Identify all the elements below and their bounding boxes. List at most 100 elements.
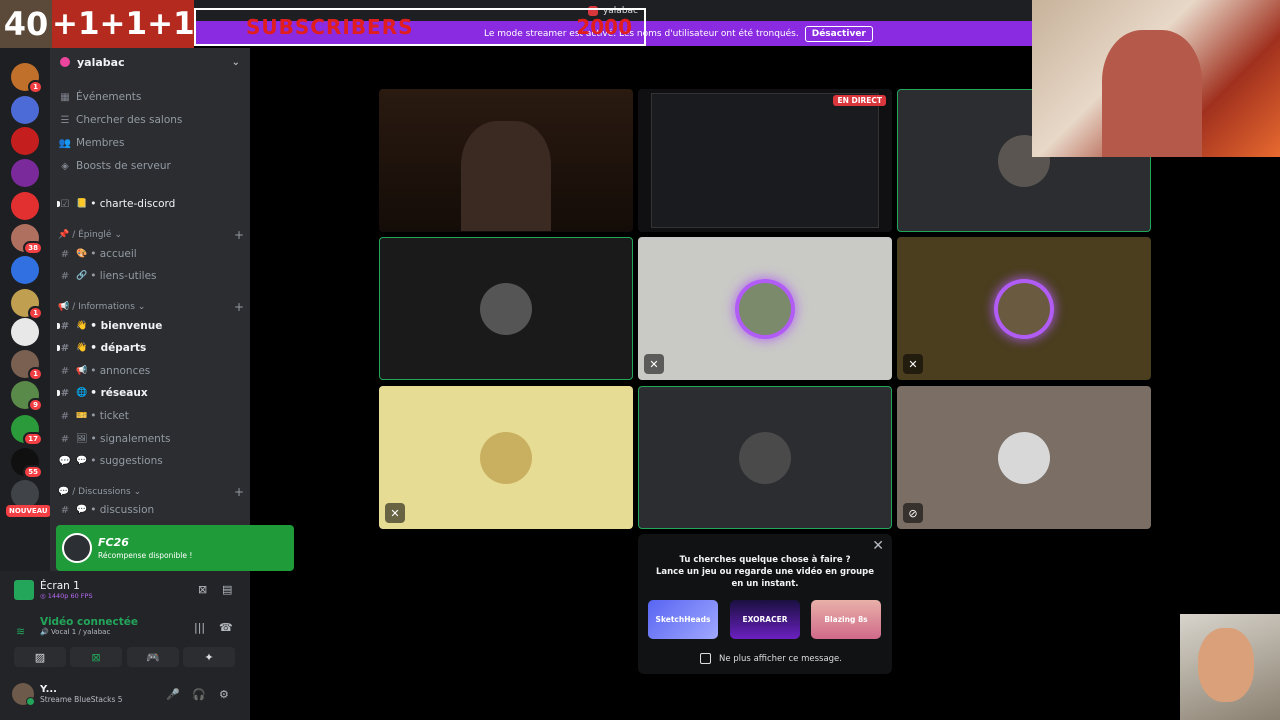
server-icon[interactable]	[11, 159, 39, 187]
mention-badge: 1	[28, 80, 43, 94]
mention-badge: 55	[23, 465, 43, 479]
category-label: / Informations	[72, 302, 135, 312]
activity-button[interactable]: 🎮	[127, 647, 179, 667]
add-channel-icon[interactable]: +	[234, 228, 244, 242]
channel-charte-discord[interactable]: ☑ 📒 • charte-discord	[57, 194, 244, 214]
video-tile-webcam[interactable]	[379, 89, 633, 232]
server-icon[interactable]	[11, 480, 39, 508]
video-tile-6[interactable]: ✕	[897, 237, 1151, 380]
speech-icon: 💬	[58, 487, 70, 497]
server-icon[interactable]	[11, 318, 39, 346]
overlay-subscribers-goal: 2000	[576, 15, 632, 39]
settings-gear-icon[interactable]: ⚙	[219, 688, 229, 701]
category-label: / Épinglé	[72, 230, 112, 240]
clapper-icon[interactable]: ▤	[222, 583, 232, 596]
server-icon[interactable]: 55	[11, 448, 43, 479]
overlay-sub-count: 40	[0, 0, 52, 48]
server-icon[interactable]	[11, 256, 39, 284]
server-icon[interactable]: 17	[11, 415, 43, 446]
video-tile-stream[interactable]: EN DIRECT	[638, 89, 892, 232]
channel-emoji: 👋	[76, 343, 88, 353]
promo-banner[interactable]: FC26 Récompense disponible !	[56, 525, 294, 571]
channel-name: • départs	[90, 342, 147, 354]
channel-suggestions[interactable]: 💬 💬 • suggestions	[58, 451, 244, 471]
channel-discussion[interactable]: # 💬 • discussion	[58, 500, 244, 520]
video-tile-8[interactable]	[638, 386, 892, 529]
microphone-icon[interactable]: 🎤	[166, 688, 180, 701]
overlay-plus-2: +1	[99, 6, 148, 42]
overlay-subscribers-label: SUBSCRIBERS	[246, 15, 414, 39]
headphones-icon[interactable]: 🎧	[192, 688, 206, 701]
game-sketchheads[interactable]: SketchHeads	[648, 600, 718, 639]
share-screen-button[interactable]: ⊠	[70, 647, 122, 667]
chevron-down-icon: ⌄	[137, 302, 146, 312]
hash-icon: #	[60, 433, 70, 445]
menu-members[interactable]: 👥 Membres	[58, 133, 244, 153]
video-tile-7[interactable]: ✕	[379, 386, 633, 529]
channel-ticket[interactable]: # 🎫 • ticket	[58, 406, 244, 426]
menu-browse-label: Chercher des salons	[76, 114, 183, 126]
user-name: Y...	[40, 684, 57, 695]
channel-name: • ticket	[90, 410, 129, 422]
server-icon[interactable]: 9	[11, 381, 43, 412]
game-title: EXORACER	[742, 615, 788, 624]
close-icon[interactable]: ✕	[872, 538, 884, 554]
channel-emoji: 💬	[76, 456, 88, 466]
channel-reseaux[interactable]: # 🌐 • réseaux	[57, 383, 244, 403]
hash-icon: #	[60, 342, 70, 354]
noise-suppression-icon[interactable]: |||	[194, 621, 205, 634]
channel-signalements[interactable]: # 🖼 • signalements	[58, 429, 244, 449]
channel-name: • discussion	[90, 504, 155, 516]
server-icon[interactable]: 1	[11, 350, 43, 381]
mention-badge: 1	[28, 306, 43, 320]
screen-share-status: Écran 1 ◎ 1440p 60 FPS	[14, 580, 93, 600]
video-tile-4[interactable]	[379, 237, 633, 380]
user-info[interactable]: Y... Streame BlueStacks 5	[12, 683, 123, 706]
menu-browse-channels[interactable]: ☰ Chercher des salons	[58, 110, 244, 130]
server-icon[interactable]	[11, 192, 39, 220]
add-channel-icon[interactable]: +	[234, 300, 244, 314]
popup-message: Tu cherches quelque chose à faire ? Lanc…	[654, 554, 876, 590]
server-icon[interactable]: 1	[11, 289, 43, 320]
server-icon[interactable]: 1	[11, 63, 43, 94]
popup-line-1: Tu cherches quelque chose à faire ?	[679, 555, 851, 565]
toggle-camera-button[interactable]: ▨	[14, 647, 66, 667]
checkbox[interactable]	[700, 653, 711, 664]
chevron-down-icon: ⌄	[114, 230, 123, 240]
channel-liens-utiles[interactable]: # 🔗 • liens-utiles	[58, 266, 244, 286]
soundboard-button[interactable]: ✦	[183, 647, 235, 667]
category-epingle[interactable]: 📌 / Épinglé ⌄ +	[58, 228, 244, 242]
server-icon[interactable]	[11, 127, 39, 155]
hash-icon: #	[60, 365, 70, 377]
add-channel-icon[interactable]: +	[234, 485, 244, 499]
server-header[interactable]: yalabac ⌄	[50, 48, 250, 76]
video-tile-5[interactable]: ✕	[638, 237, 892, 380]
disconnect-icon[interactable]: ☎	[219, 621, 233, 634]
server-icon[interactable]: 38	[11, 224, 43, 255]
menu-server-boosts[interactable]: ◈ Boosts de serveur	[58, 156, 244, 176]
menu-events[interactable]: ▦ Événements	[58, 87, 244, 107]
signal-icon[interactable]: ≋	[16, 625, 25, 638]
channel-bienvenue[interactable]: # 👋 • bienvenue	[57, 316, 244, 336]
category-discussions[interactable]: 💬 / Discussions ⌄ +	[58, 485, 244, 499]
menu-events-label: Événements	[76, 91, 142, 103]
channel-emoji: 🖼	[76, 434, 88, 444]
streamer-webcam	[1102, 30, 1202, 157]
rules-icon: ☑	[60, 198, 70, 210]
category-informations[interactable]: 📢 / Informations ⌄ +	[58, 300, 244, 314]
disable-streamer-mode-button[interactable]: Désactiver	[804, 25, 873, 42]
server-boost-icon	[60, 57, 70, 67]
channel-accueil[interactable]: # 🎨 • accueil	[58, 244, 244, 264]
muted-icon: ✕	[385, 503, 405, 523]
muted-icon: ✕	[903, 354, 923, 374]
game-exoracer[interactable]: EXORACER	[730, 600, 800, 639]
game-blazing-8s[interactable]: Blazing 8s	[811, 600, 881, 639]
megaphone-icon: 📢	[58, 302, 70, 312]
stop-share-icon[interactable]: ⊠	[198, 583, 207, 596]
server-icon[interactable]	[11, 96, 39, 124]
dont-show-again[interactable]: Ne plus afficher ce message.	[700, 653, 842, 664]
video-tile-9[interactable]: ⊘	[897, 386, 1151, 529]
new-badge[interactable]: NOUVEAU	[6, 505, 51, 517]
channel-departs[interactable]: # 👋 • départs	[57, 338, 244, 358]
channel-annonces[interactable]: # 📢 • annonces	[58, 361, 244, 381]
